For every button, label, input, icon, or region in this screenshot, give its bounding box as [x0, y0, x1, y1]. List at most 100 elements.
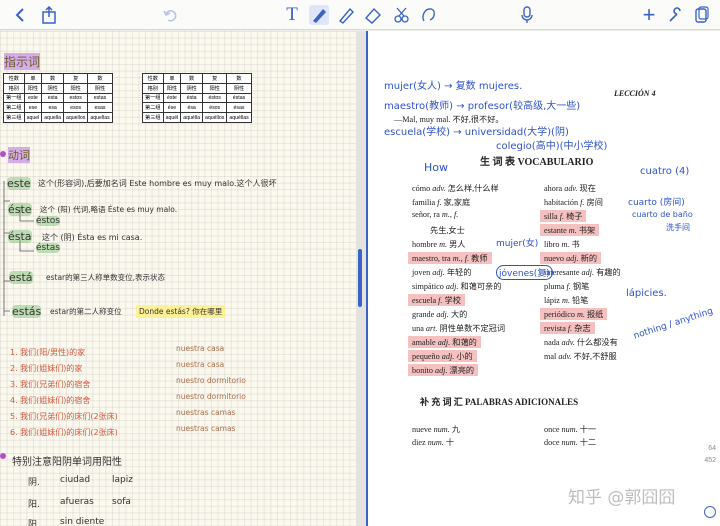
- annotation-jovenes: jóvenes(复): [496, 265, 553, 280]
- note-estas-verb: estar的第二人称变位: [50, 307, 122, 316]
- table-cell: esos: [63, 102, 89, 114]
- list-item: 3. 我们(兄弟们)的宿舍: [10, 380, 91, 389]
- supp-entry: diez num. 十: [412, 438, 455, 447]
- table-row: 第一组 este esta estos estas: [3, 92, 113, 104]
- vocab-entry: familia f. 家,家庭: [412, 198, 471, 207]
- table-cell: ese: [23, 102, 43, 114]
- table-cell: 复: [63, 73, 89, 84]
- lesson-number: LECCIÓN 4: [614, 89, 656, 98]
- vocab-entry: escuela f. 学校: [408, 294, 465, 306]
- table-row: 第一组 éste ésta éstos éstas: [142, 92, 252, 104]
- top-toolbar: T +: [0, 0, 720, 30]
- table-cell: 第二组: [142, 102, 164, 114]
- word-estas: éstas: [36, 243, 60, 253]
- table-cell: esas: [87, 102, 113, 114]
- gender-row-1-word1: ciudad: [60, 475, 91, 485]
- note-este: 这个(形容词),后要加名词 Este hombre es muy malo.这个…: [38, 179, 277, 188]
- vocab-entry: cómo adv. 怎么样,什么样: [412, 184, 499, 193]
- annotation-how: How: [424, 161, 448, 174]
- table-cell: 第二组: [3, 102, 25, 114]
- table-cell: aquel: [23, 112, 43, 123]
- settings-icon[interactable]: [663, 4, 687, 26]
- list-item-answer: nuestras camas: [176, 408, 236, 417]
- vocab-entry: 先生,女士: [430, 226, 465, 235]
- table-cell: 性数: [142, 73, 164, 84]
- eraser-icon[interactable]: [361, 4, 385, 26]
- pages-icon[interactable]: [690, 4, 714, 26]
- vocab-entry: simpático adj. 和蔼可亲的: [412, 282, 502, 291]
- table-cell: aquél: [162, 112, 182, 123]
- table-cell: estas: [87, 92, 113, 104]
- table-cell: éstos: [202, 92, 228, 104]
- vocab-entry: periódico m. 报纸: [540, 308, 608, 320]
- list-item: 5. 我们(兄弟们)的床们(2张床): [10, 412, 118, 421]
- vocab-entry: estante m. 书架: [540, 224, 600, 236]
- vocab-entry: pequeño adj. 小的: [408, 350, 477, 362]
- word-esta-verb: está: [9, 271, 33, 284]
- word-estas-verb: estás: [12, 305, 42, 318]
- vocab-entry: amable adj. 和蔼的: [408, 336, 481, 348]
- table-cell: aquélla: [180, 112, 204, 123]
- annotation-colegio: colegio(高中)(中小学校): [496, 141, 608, 152]
- shape-icon[interactable]: [416, 4, 440, 26]
- table-cell: éste: [162, 92, 182, 104]
- note-este-pronoun: 这个 (阳) 代词,略语 Éste es muy malo.: [40, 205, 178, 214]
- vocab-entry: maestro, tra m., f. 教师: [408, 252, 492, 264]
- zoom-icon[interactable]: [704, 506, 716, 518]
- bullet-dot: [0, 453, 6, 459]
- table-cell: esta: [41, 92, 65, 104]
- table-cell: ésta: [180, 92, 204, 104]
- vocab-entry: ahora adv. 现在: [544, 184, 596, 193]
- annotation-mujer: mujer(女人) → 复数 mujeres.: [384, 81, 523, 92]
- table-cell: 数: [87, 73, 113, 84]
- table-cell: aquella: [41, 112, 65, 123]
- table-cell: 格别: [3, 82, 25, 94]
- left-notes-page[interactable]: 指示词 性数 单 数 复 数 格别 阳性 阴性 阳性 阴性 第一组 este e…: [0, 31, 356, 526]
- table-cell: 第一组: [142, 92, 164, 104]
- table-row: 第二组 ese esa esos esas: [3, 102, 113, 114]
- table-cell: este: [23, 92, 43, 104]
- page-indicator-current: 64: [708, 445, 716, 452]
- supp-entry: once num. 十一: [544, 425, 597, 434]
- table-cell: 性数: [3, 73, 25, 84]
- table-cell: aquéllas: [226, 112, 252, 123]
- table-cell: 阴性: [226, 82, 252, 94]
- mic-icon[interactable]: [515, 4, 539, 26]
- vocab-entry: bonito adj. 漂亮的: [408, 364, 479, 376]
- annotation-cuatro: cuatro (4): [640, 166, 690, 177]
- share-icon[interactable]: [37, 4, 61, 26]
- gender-row-1-word2: lapiz: [112, 475, 133, 485]
- text-tool-icon[interactable]: T: [280, 4, 304, 26]
- table-cell: 数: [226, 73, 252, 84]
- highlighter-icon[interactable]: [334, 4, 358, 26]
- vocab-entry: mal adv. 不好,不舒服: [544, 352, 617, 361]
- vocab-entry: interesante adj. 有趣的: [544, 268, 621, 277]
- table-cell: aquellas: [87, 112, 113, 123]
- annotation-mujer-2: mujer(女): [496, 239, 539, 249]
- annotation-bathroom: 洗手间: [666, 223, 690, 232]
- gender-row-3-label: 阳: [28, 520, 38, 526]
- vocab-entry: una art. 阴性单数不定冠词: [412, 324, 506, 333]
- vocab-entry: revista f. 杂志: [540, 322, 595, 334]
- split-view-divider[interactable]: [356, 31, 366, 526]
- list-item: 1. 我们(阳/男性)的家: [10, 348, 86, 357]
- add-page-icon[interactable]: +: [637, 2, 661, 27]
- table-cell: 阳性: [63, 82, 89, 94]
- table-cell: ése: [162, 102, 182, 114]
- divider-grip-handle[interactable]: [358, 249, 362, 307]
- lasso-icon[interactable]: [389, 4, 413, 26]
- pen-icon[interactable]: [307, 4, 331, 26]
- table-cell: 格别: [142, 82, 164, 94]
- annotation-lapicies: lápicies.: [626, 288, 667, 299]
- back-chevron-icon[interactable]: [8, 4, 32, 26]
- table-cell: 阴性: [87, 82, 113, 94]
- vocab-entry: hombre m. 男人: [412, 240, 466, 249]
- note-donde: Donde estás? 你在哪里: [136, 305, 226, 318]
- vocab-entry: lápiz m. 铅笔: [544, 296, 589, 305]
- right-textbook-page[interactable]: mujer(女人) → 复数 mujeres. LECCIÓN 4 maestr…: [366, 31, 720, 526]
- undo-icon[interactable]: [158, 4, 182, 26]
- annotation-nothing: nothing / anything: [632, 306, 715, 342]
- annotation-escuela: escuela(学校) → universidad(大学)(阴): [384, 127, 569, 138]
- list-item-answer: nuestro dormitorio: [176, 376, 246, 385]
- table-row: 格别 阳性 阴性 阳性 阴性: [3, 82, 113, 94]
